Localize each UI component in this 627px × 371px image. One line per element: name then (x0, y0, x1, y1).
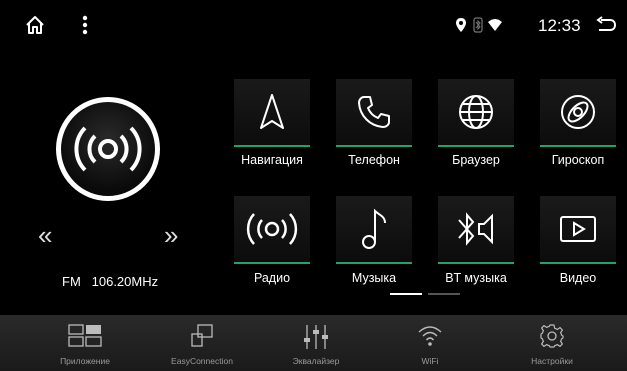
bottom-dock: Приложение EasyConnection Эквалайзер WiF… (0, 315, 627, 371)
app-tile-bt-music[interactable] (438, 196, 514, 264)
apps-grid-icon (68, 324, 102, 347)
next-station-button[interactable]: » (164, 220, 178, 251)
gyroscope-icon (561, 95, 595, 129)
dock-label-wifi: WiFi (421, 356, 439, 366)
app-label-radio: Радио (253, 271, 291, 285)
status-bar: 12:33 (0, 0, 627, 52)
clock: 12:33 (538, 16, 581, 35)
dock-wifi[interactable]: WiFi (375, 315, 485, 371)
back-icon[interactable] (594, 14, 618, 36)
navigation-icon (260, 94, 284, 129)
video-play-icon (560, 216, 596, 242)
app-tile-browser[interactable] (438, 79, 514, 147)
band-label: FM (62, 274, 81, 289)
dock-easyconnection[interactable]: EasyConnection (147, 315, 257, 371)
app-tile-navigation[interactable] (234, 79, 310, 147)
app-label-navigation: Навигация (241, 153, 303, 167)
equalizer-icon (304, 325, 328, 349)
dock-apps[interactable]: Приложение (30, 315, 140, 371)
page-indicator-inactive[interactable] (428, 293, 460, 295)
bluetooth-status-icon (472, 16, 484, 34)
app-tile-gyroscope[interactable] (540, 79, 616, 147)
globe-icon (459, 95, 493, 129)
app-tile-video[interactable] (540, 196, 616, 264)
music-note-icon (362, 208, 386, 249)
app-label-phone: Телефон (348, 153, 400, 167)
app-tile-radio[interactable] (234, 196, 310, 264)
prev-station-button[interactable]: « (38, 220, 52, 251)
app-label-music: Музыка (351, 271, 397, 285)
phone-icon (358, 96, 390, 128)
dock-label-apps: Приложение (60, 356, 110, 366)
page-indicator-active[interactable] (390, 293, 422, 295)
app-label-browser: Браузер (452, 153, 500, 167)
dock-settings[interactable]: Настройки (497, 315, 607, 371)
frequency-value: 106.20MHz (91, 274, 159, 289)
app-label-video: Видео (559, 271, 597, 285)
location-pin-icon (454, 16, 468, 34)
home-icon[interactable] (22, 12, 48, 38)
radio-icon (246, 213, 298, 245)
dock-label-easyconnection: EasyConnection (171, 356, 233, 366)
radio-icon (74, 126, 142, 172)
settings-gear-icon (540, 324, 564, 348)
radio-widget[interactable]: « » FM 106.20MHz (0, 70, 230, 300)
app-label-bt-music: BT музыка (445, 271, 507, 285)
bluetooth-audio-icon (458, 212, 493, 246)
dock-label-equalizer: Эквалайзер (292, 356, 340, 366)
radio-play-button[interactable] (56, 97, 160, 201)
more-menu-icon[interactable] (78, 14, 92, 36)
app-label-gyroscope: Гироскоп (551, 153, 605, 167)
dock-equalizer[interactable]: Эквалайзер (261, 315, 371, 371)
app-tile-music[interactable] (336, 196, 412, 264)
frequency-display: FM 106.20MHz (62, 274, 158, 289)
wifi-icon (418, 326, 442, 346)
wifi-status-icon (486, 16, 504, 34)
app-tile-phone[interactable] (336, 79, 412, 147)
easy-connection-icon (191, 324, 213, 347)
dock-label-settings: Настройки (531, 356, 573, 366)
